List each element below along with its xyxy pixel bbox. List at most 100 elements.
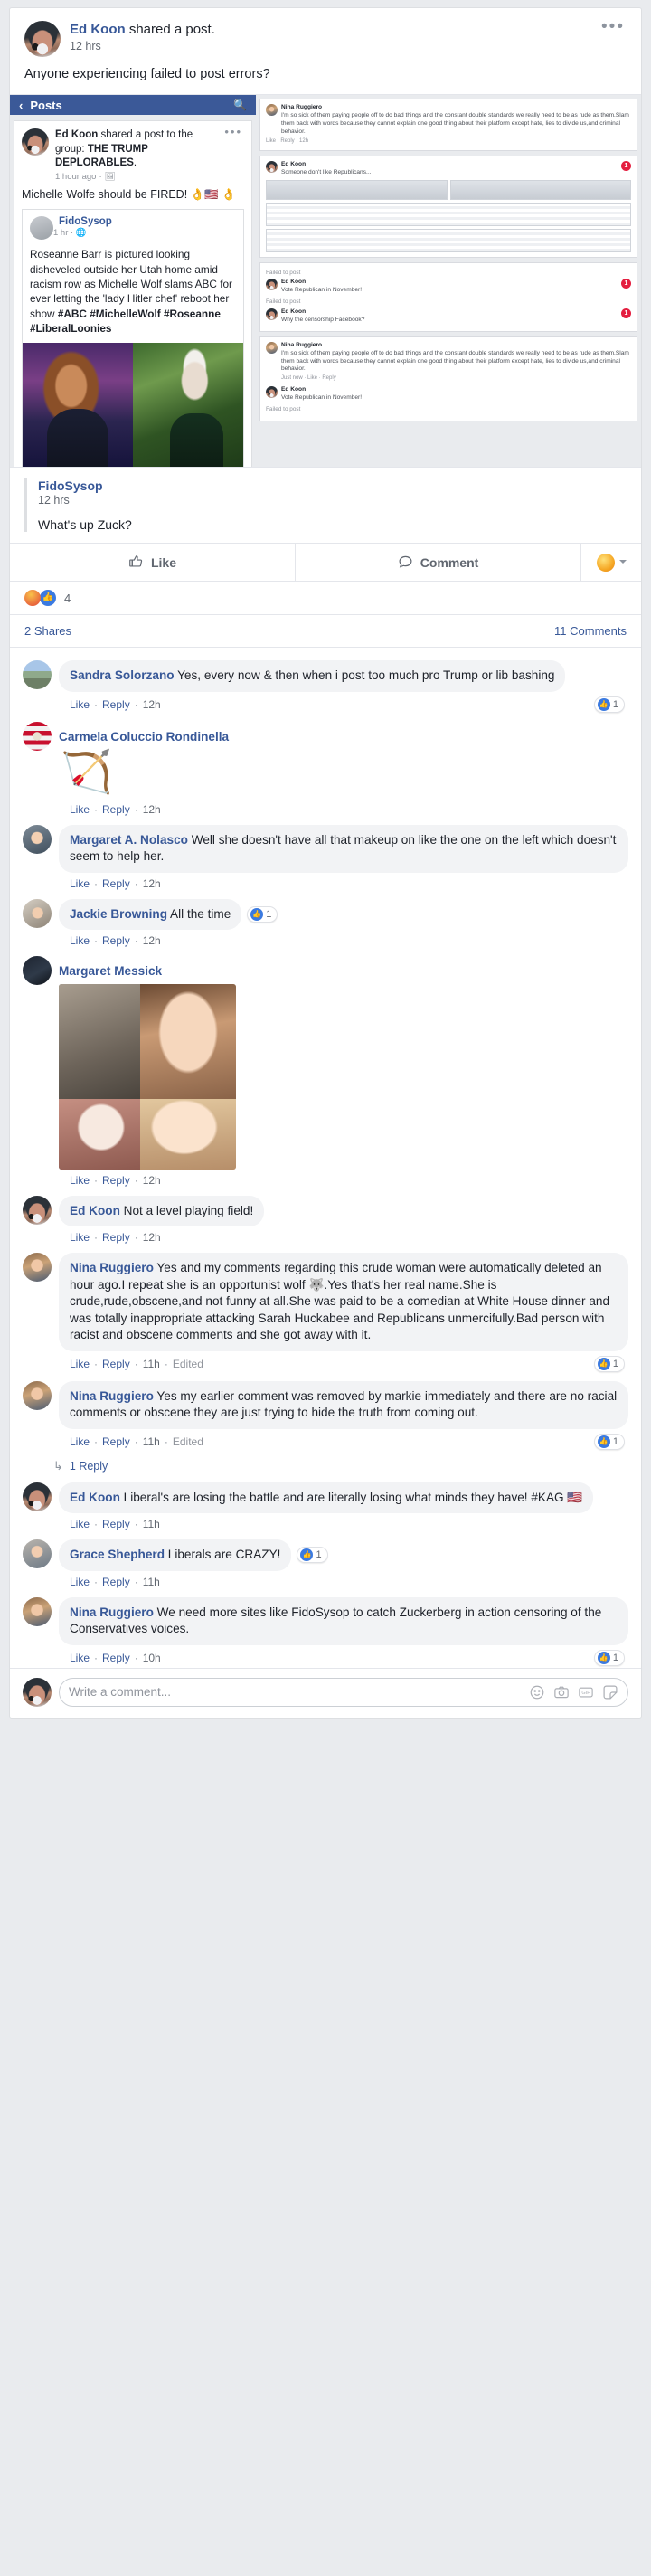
avatar[interactable] bbox=[23, 1539, 52, 1569]
like-chip[interactable]: 👍 1 bbox=[593, 1649, 625, 1666]
reaction-summary[interactable]: 👍 4 bbox=[10, 581, 641, 614]
comment-time: 11h bbox=[142, 1518, 160, 1531]
sticker-icon[interactable] bbox=[602, 1684, 618, 1700]
comment-reply-link[interactable]: Reply bbox=[102, 1518, 130, 1530]
comment-item: Ed Koon Liberal's are losing the battle … bbox=[23, 1475, 628, 1530]
comment-author[interactable]: Ed Koon bbox=[70, 1204, 120, 1217]
group-privacy-icon: 🖼 bbox=[104, 171, 116, 182]
like-reaction-icon: 👍 bbox=[597, 1435, 610, 1448]
comment-author[interactable]: Carmela Coluccio Rondinella bbox=[59, 730, 229, 743]
comment-text: Yes, every now & then when i post too mu… bbox=[174, 668, 555, 683]
comment-like-link[interactable]: Like bbox=[70, 1174, 90, 1187]
comment-like-link[interactable]: Like bbox=[70, 803, 90, 816]
comment-item: Grace Shepherd Liberals are CRAZY! 👍 1 Li… bbox=[23, 1532, 628, 1588]
like-chip[interactable]: 👍 1 bbox=[593, 696, 625, 713]
avatar[interactable] bbox=[23, 721, 52, 751]
comment-like-link[interactable]: Like bbox=[70, 877, 90, 890]
side-comment-actions: Like · Reply · 12h bbox=[266, 138, 309, 145]
comment-input[interactable] bbox=[69, 1685, 529, 1700]
comment-author[interactable]: Nina Ruggiero bbox=[70, 1605, 154, 1619]
side-comment-text: Vote Republican in November! bbox=[281, 286, 363, 293]
comment-author[interactable]: Margaret Messick bbox=[59, 964, 162, 978]
avatar[interactable] bbox=[23, 1195, 52, 1225]
avatar[interactable] bbox=[23, 824, 52, 854]
gif-icon[interactable]: GIF bbox=[578, 1684, 594, 1700]
comment-author[interactable]: Nina Ruggiero bbox=[70, 1261, 154, 1274]
like-chip[interactable]: 👍 1 bbox=[593, 1433, 625, 1450]
side-comment-text: Vote Republican in November! bbox=[281, 393, 363, 401]
side-comment-card: Ed Koon Someone don't like Republicans..… bbox=[259, 156, 637, 258]
post-author-block: Ed Koon shared a post. 12 hrs bbox=[70, 21, 215, 52]
comment-like-link[interactable]: Like bbox=[70, 1652, 90, 1664]
avatar[interactable] bbox=[23, 956, 52, 986]
comment-item: Carmela Coluccio Rondinella 🏹 Like · Rep… bbox=[23, 715, 628, 816]
post-message: Anyone experiencing failed to post error… bbox=[24, 67, 270, 81]
comment-reply-link[interactable]: Reply bbox=[102, 1231, 130, 1244]
comment-button[interactable]: Comment bbox=[296, 544, 581, 582]
avatar bbox=[266, 308, 278, 320]
comment-reply-link[interactable]: Reply bbox=[102, 1435, 130, 1448]
comment-bubble: Nina Ruggiero Yes my earlier comment was… bbox=[59, 1380, 628, 1429]
post-author-name[interactable]: Ed Koon bbox=[70, 22, 126, 37]
comment-input-wrapper[interactable]: GIF bbox=[59, 1677, 628, 1707]
comment-like-link[interactable]: Like bbox=[70, 1231, 90, 1244]
reaction-count: 4 bbox=[64, 591, 71, 605]
comment-actions: Like · Reply · 12h bbox=[70, 876, 161, 890]
comment-like-link[interactable]: Like bbox=[70, 1435, 90, 1448]
like-chip[interactable]: 👍 1 bbox=[297, 1547, 328, 1564]
comment-author[interactable]: Sandra Solorzano bbox=[70, 668, 175, 682]
comment-bubble: Margaret A. Nolasco Well she doesn't hav… bbox=[59, 824, 628, 873]
view-replies-link[interactable]: ↳ 1 Reply bbox=[23, 1452, 628, 1475]
camera-icon[interactable] bbox=[553, 1684, 570, 1700]
comment-author[interactable]: Jackie Browning bbox=[70, 907, 167, 921]
attached-screenshot[interactable]: ‹ Posts 🔍 Ed Koon shared a post to the g… bbox=[10, 94, 641, 468]
like-chip[interactable]: 👍 1 bbox=[247, 905, 278, 923]
avatar[interactable] bbox=[23, 1482, 52, 1511]
avatar[interactable] bbox=[23, 1253, 52, 1283]
comment-reply-link[interactable]: Reply bbox=[102, 934, 130, 947]
side-comment-text: I'm so sick of them paying people off to… bbox=[281, 112, 629, 135]
emoji-icon[interactable] bbox=[529, 1684, 545, 1700]
comment-like-link[interactable]: Like bbox=[70, 934, 90, 947]
comment-reply-link[interactable]: Reply bbox=[102, 1174, 130, 1187]
comment-reply-link[interactable]: Reply bbox=[102, 803, 130, 816]
comment-like-link[interactable]: Like bbox=[70, 698, 90, 711]
like-chip[interactable]: 👍 1 bbox=[593, 1355, 625, 1372]
comment-author[interactable]: Grace Shepherd bbox=[70, 1548, 165, 1561]
comment-author[interactable]: Nina Ruggiero bbox=[70, 1389, 154, 1403]
avatar[interactable] bbox=[23, 1380, 52, 1410]
comment-reply-link[interactable]: Reply bbox=[102, 698, 130, 711]
shares-count[interactable]: 2 Shares bbox=[24, 624, 71, 638]
post-timestamp[interactable]: 12 hrs bbox=[70, 40, 215, 52]
error-badge: 1 bbox=[621, 279, 631, 289]
comment-image[interactable] bbox=[59, 983, 236, 1170]
comment-reply-link[interactable]: Reply bbox=[102, 1358, 130, 1370]
comment-like-link[interactable]: Like bbox=[70, 1576, 90, 1588]
avatar[interactable] bbox=[23, 660, 52, 690]
like-reaction-icon: 👍 bbox=[300, 1548, 314, 1562]
avatar[interactable] bbox=[24, 21, 61, 57]
avatar[interactable] bbox=[23, 1677, 52, 1707]
avatar[interactable] bbox=[23, 1596, 52, 1626]
comment-author[interactable]: Margaret A. Nolasco bbox=[70, 833, 188, 847]
reply-arrow-icon: ↳ bbox=[53, 1458, 63, 1473]
sharer-name[interactable]: FidoSysop bbox=[38, 478, 627, 493]
comment-like-link[interactable]: Like bbox=[70, 1358, 90, 1370]
comment-reply-link[interactable]: Reply bbox=[102, 877, 130, 890]
side-comment-name: Ed Koon bbox=[281, 161, 307, 168]
action-bar: Like Comment bbox=[10, 543, 641, 582]
like-button[interactable]: Like bbox=[10, 544, 296, 582]
screenshot-inner-post: Ed Koon shared a post to the group: THE … bbox=[14, 120, 252, 468]
post-author-line: Ed Koon shared a post. bbox=[70, 22, 215, 38]
comment-reply-link[interactable]: Reply bbox=[102, 1576, 130, 1588]
like-chip-count: 1 bbox=[266, 908, 272, 920]
comment-actions: Like · Reply · 10h 👍 1 bbox=[70, 1649, 628, 1666]
screenshot-navbar: ‹ Posts 🔍 bbox=[10, 95, 256, 116]
reaction-picker-button[interactable] bbox=[581, 544, 641, 581]
comment-author[interactable]: Ed Koon bbox=[70, 1491, 120, 1504]
avatar[interactable] bbox=[23, 898, 52, 928]
more-options-icon[interactable]: ••• bbox=[601, 18, 627, 35]
comments-count[interactable]: 11 Comments bbox=[554, 624, 627, 638]
comment-reply-link[interactable]: Reply bbox=[102, 1652, 130, 1664]
comment-like-link[interactable]: Like bbox=[70, 1518, 90, 1530]
